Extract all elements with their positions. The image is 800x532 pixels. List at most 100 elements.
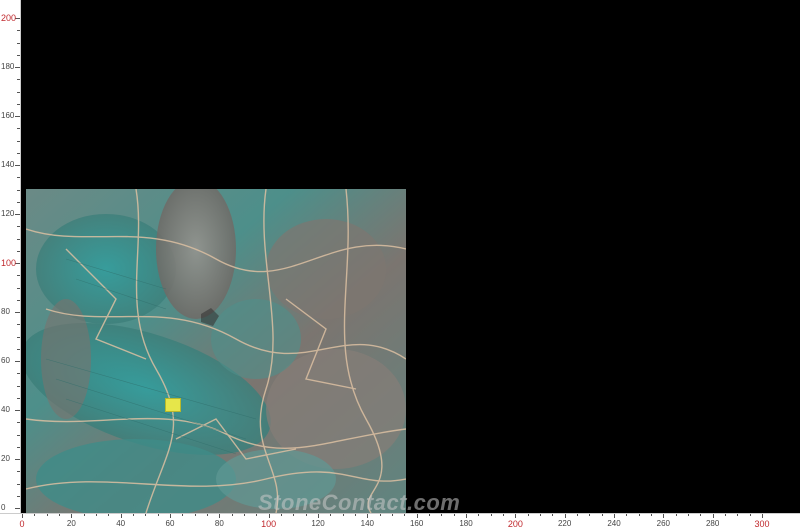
ruler-bottom-minor-tick bbox=[540, 514, 541, 516]
ruler-bottom-tick bbox=[318, 514, 319, 518]
ruler-left-tick bbox=[15, 165, 20, 166]
ruler-bottom-minor-tick bbox=[441, 514, 443, 516]
ruler-bottom-tick bbox=[663, 514, 665, 518]
ruler-left-label: 100 bbox=[1, 258, 17, 268]
ruler-left-label: 20 bbox=[1, 454, 10, 463]
ruler-left-label: 60 bbox=[1, 356, 10, 365]
ruler-bottom-minor-tick bbox=[651, 514, 652, 516]
ruler-bottom-tick bbox=[614, 514, 615, 518]
ruler-bottom-minor-tick bbox=[589, 514, 591, 516]
ruler-bottom-minor-tick bbox=[527, 514, 529, 516]
ruler-left-label: 120 bbox=[1, 209, 15, 218]
ruler-bottom-minor-tick bbox=[725, 514, 726, 516]
ruler-bottom-tick bbox=[564, 514, 566, 518]
ruler-bottom-tick bbox=[762, 514, 763, 518]
ruler-left-minor-tick bbox=[17, 348, 20, 350]
ruler-bottom-minor-tick bbox=[342, 514, 344, 516]
ruler-bottom-minor-tick bbox=[256, 514, 258, 516]
ruler-left-label: 40 bbox=[1, 405, 10, 414]
ruler-bottom-minor-tick bbox=[355, 514, 356, 516]
ruler-bottom-minor-tick bbox=[490, 514, 492, 516]
ruler-bottom-minor-tick bbox=[749, 514, 751, 516]
ruler-bottom-label: 140 bbox=[360, 519, 375, 528]
ruler-bottom-tick bbox=[120, 514, 122, 518]
ruler-bottom-tick bbox=[515, 514, 517, 518]
ruler-left-minor-tick bbox=[17, 434, 20, 436]
ruler-bottom-label: 160 bbox=[409, 519, 424, 528]
ruler-bottom-label: 260 bbox=[656, 519, 671, 528]
ruler-bottom-minor-tick bbox=[675, 514, 677, 516]
ruler-bottom-label: 80 bbox=[214, 519, 224, 528]
ruler-bottom-minor-tick bbox=[157, 514, 159, 516]
ruler-bottom-label: 60 bbox=[165, 519, 175, 528]
ruler-bottom-minor-tick bbox=[379, 514, 381, 516]
ruler-left-minor-tick bbox=[17, 275, 20, 277]
ruler-bottom-label: 180 bbox=[459, 519, 473, 528]
ruler-bottom-minor-tick bbox=[194, 514, 196, 516]
ruler-bottom-minor-tick bbox=[281, 514, 282, 516]
ruler-left-minor-tick bbox=[17, 140, 20, 142]
ruler-left-minor-tick bbox=[17, 397, 20, 399]
ruler-bottom-minor-tick bbox=[503, 514, 504, 516]
ruler-left-minor-tick bbox=[17, 30, 20, 32]
ruler-bottom-minor-tick bbox=[293, 514, 295, 516]
ruler-bottom-minor-tick bbox=[83, 514, 85, 516]
ruler-bottom-minor-tick bbox=[330, 514, 332, 516]
ruler-left-minor-tick bbox=[17, 324, 20, 326]
ruler-left-tick bbox=[15, 361, 20, 362]
ruler-bottom-minor-tick bbox=[429, 514, 430, 516]
ruler-bottom-minor-tick bbox=[96, 514, 97, 516]
ruler-left-minor-tick bbox=[17, 483, 20, 485]
ruler-left-minor-tick bbox=[17, 42, 20, 44]
ruler-bottom-minor-tick bbox=[552, 514, 554, 516]
ruler-bottom-minor-tick bbox=[688, 514, 689, 516]
ruler-left-tick bbox=[15, 508, 20, 509]
ruler-bottom-minor-tick bbox=[34, 514, 36, 516]
ruler-bottom-tick bbox=[712, 514, 714, 518]
slab-label-tag bbox=[165, 398, 181, 412]
ruler-left-minor-tick bbox=[17, 373, 20, 375]
ruler-left-minor-tick bbox=[17, 152, 20, 154]
ruler-bottom-tick bbox=[71, 514, 73, 518]
ruler-left-tick bbox=[15, 312, 20, 313]
ruler-left-tick bbox=[15, 214, 20, 215]
ruler-bottom-tick bbox=[416, 514, 418, 518]
ruler-left-minor-tick bbox=[17, 385, 20, 387]
ruler-left: 0 20 40 60 80 100 120 140 160 180 200 bbox=[0, 0, 21, 513]
ruler-left-minor-tick bbox=[17, 201, 20, 203]
ruler-bottom-minor-tick bbox=[145, 514, 147, 516]
ruler-left-label: 0 bbox=[1, 503, 6, 512]
ruler-bottom-tick bbox=[170, 514, 171, 518]
ruler-bottom-minor-tick bbox=[737, 514, 739, 516]
ruler-bottom-minor-tick bbox=[577, 514, 578, 516]
ruler-left-minor-tick bbox=[17, 495, 20, 497]
ruler-bottom-label: 20 bbox=[66, 519, 76, 528]
ruler-bottom-label: 120 bbox=[311, 519, 325, 528]
ruler-bottom-minor-tick bbox=[207, 514, 208, 516]
ruler-left-minor-tick bbox=[17, 287, 20, 289]
ruler-bottom-minor-tick bbox=[638, 514, 640, 516]
ruler-left-minor-tick bbox=[17, 103, 20, 105]
ruler-left-minor-tick bbox=[17, 177, 20, 179]
ruler-left-label: 180 bbox=[1, 62, 15, 71]
ruler-left-minor-tick bbox=[17, 422, 20, 424]
ruler-bottom-minor-tick bbox=[244, 514, 245, 516]
ruler-bottom-minor-tick bbox=[46, 514, 48, 516]
ruler-bottom-minor-tick bbox=[626, 514, 628, 516]
ruler-bottom-minor-tick bbox=[182, 514, 184, 516]
ruler-bottom-minor-tick bbox=[305, 514, 307, 516]
ruler-bottom-minor-tick bbox=[392, 514, 393, 516]
ruler-bottom-tick bbox=[268, 514, 270, 518]
ruler-bottom-label: 0 bbox=[19, 519, 25, 529]
ruler-bottom-label: 100 bbox=[261, 519, 277, 529]
ruler-bottom-minor-tick bbox=[231, 514, 233, 516]
ruler-left-minor-tick bbox=[17, 128, 20, 130]
ruler-left-tick bbox=[15, 67, 20, 68]
ruler-left-label: 160 bbox=[1, 111, 15, 120]
ruler-left-minor-tick bbox=[17, 226, 20, 228]
ruler-left-minor-tick bbox=[17, 446, 20, 448]
ruler-left-minor-tick bbox=[17, 336, 20, 338]
ruler-left-tick bbox=[15, 459, 20, 460]
ruler-bottom-minor-tick bbox=[478, 514, 480, 516]
ruler-bottom-label: 280 bbox=[705, 519, 720, 528]
